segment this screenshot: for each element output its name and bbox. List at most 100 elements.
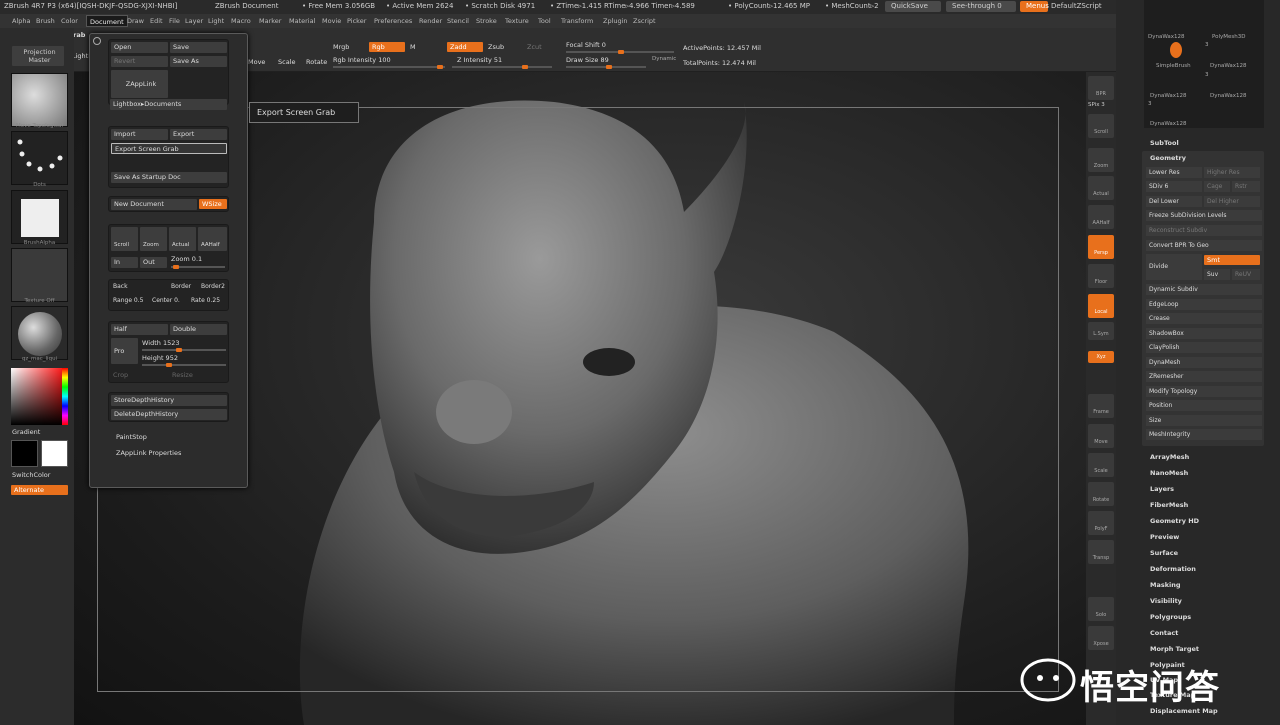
sub-item-nanomesh[interactable]: NanoMesh	[1150, 469, 1188, 477]
scale-view-button[interactable]: Scale	[1088, 453, 1114, 477]
sub-item-visibility[interactable]: Visibility	[1150, 597, 1182, 605]
hue-strip[interactable]	[62, 368, 68, 425]
menu-macro[interactable]: Macro	[231, 17, 251, 25]
sub-item-deformation[interactable]: Deformation	[1150, 565, 1196, 573]
projection-master-button[interactable]: Projection Master	[12, 46, 64, 66]
default-zscript-button[interactable]: DefaultZScript	[1051, 2, 1102, 10]
range-slider[interactable]: Range 0.5	[113, 297, 143, 304]
menu-brush[interactable]: Brush	[36, 17, 55, 25]
z-intensity-slider[interactable]: Z Intensity 51	[457, 56, 502, 64]
open-button[interactable]: Open	[111, 42, 168, 53]
rgb-intensity-track[interactable]	[333, 65, 445, 69]
polyf-button[interactable]: PolyF	[1088, 511, 1114, 535]
smt-toggle[interactable]: Smt	[1204, 255, 1260, 265]
zoom-view-button[interactable]: Zoom	[1088, 148, 1114, 172]
focal-shift-slider[interactable]: Focal Shift 0	[566, 41, 606, 49]
draw-size-track[interactable]	[566, 65, 646, 69]
zcut-button[interactable]: Zcut	[527, 43, 542, 51]
zoom-track[interactable]	[171, 265, 225, 269]
menu-edit[interactable]: Edit	[150, 17, 163, 25]
import-button[interactable]: Import	[111, 129, 168, 140]
scroll-view-button[interactable]: Scroll	[1088, 114, 1114, 138]
menu-movie[interactable]: Movie	[322, 17, 341, 25]
width-track[interactable]	[142, 348, 226, 352]
transp-button[interactable]: Transp	[1088, 540, 1114, 564]
sub-item-masking[interactable]: Masking	[1150, 581, 1181, 589]
move-mode-button[interactable]: Move	[248, 58, 265, 66]
geo-item-claypolish[interactable]: ClayPolish	[1146, 342, 1262, 353]
tool-label[interactable]: DynaWax128	[1150, 121, 1187, 127]
tool-label[interactable]: DynaWax128	[1210, 63, 1247, 69]
refresh-icon[interactable]	[93, 37, 101, 45]
sub-item-preview[interactable]: Preview	[1150, 533, 1179, 541]
see-through-slider[interactable]: See-through 0	[946, 1, 1016, 12]
scroll-button[interactable]: Scroll	[111, 227, 138, 251]
stroke-thumbnail[interactable]	[11, 131, 68, 185]
tool-label[interactable]: PolyMesh3D	[1212, 34, 1245, 40]
cage-button[interactable]: Cage	[1204, 181, 1230, 192]
rotate-view-button[interactable]: Rotate	[1088, 482, 1114, 506]
wsize-button[interactable]: WSize	[199, 199, 227, 209]
geo-item-position[interactable]: Position	[1146, 400, 1262, 411]
border2-button[interactable]: Border2	[201, 283, 225, 290]
tool-label[interactable]: DynaWax128	[1148, 34, 1185, 40]
geo-item-modify-topology[interactable]: Modify Topology	[1146, 386, 1262, 397]
menu-light[interactable]: Light	[208, 17, 224, 25]
rgb-button[interactable]: Rgb	[369, 42, 405, 52]
zsub-button[interactable]: Zsub	[488, 43, 504, 51]
frame-button[interactable]: Frame	[1088, 394, 1114, 418]
material-thumbnail[interactable]	[11, 306, 68, 360]
height-slider[interactable]: Height 952	[142, 354, 178, 362]
sdiv-slider[interactable]: SDiv 6	[1146, 181, 1202, 192]
actual-button[interactable]: Actual	[169, 227, 196, 251]
menu-stroke[interactable]: Stroke	[476, 17, 497, 25]
scale-mode-button[interactable]: Scale	[278, 58, 296, 66]
zoom-slider[interactable]: Zoom 0.1	[171, 255, 202, 263]
sub-item-surface[interactable]: Surface	[1150, 549, 1178, 557]
rstr-button[interactable]: Rstr	[1232, 181, 1260, 192]
geo-item-meshintegrity[interactable]: MeshIntegrity	[1146, 429, 1262, 440]
save-as-button[interactable]: Save As	[170, 56, 227, 67]
geo-item-zremesher[interactable]: ZRemesher	[1146, 371, 1262, 382]
reconstruct-subdiv-button[interactable]: Reconstruct Subdiv	[1146, 225, 1262, 236]
menu-zplugin[interactable]: Zplugin	[603, 17, 628, 25]
xpose-button[interactable]: Xpose	[1088, 626, 1114, 650]
zoom-out-button[interactable]: Out	[140, 257, 167, 268]
geo-item-dynamic-subdiv[interactable]: Dynamic Subdiv	[1146, 284, 1262, 295]
double-button[interactable]: Double	[170, 324, 227, 335]
solo-button[interactable]: Solo	[1088, 597, 1114, 621]
actual-view-button[interactable]: Actual	[1088, 176, 1114, 200]
sub-item-layers[interactable]: Layers	[1150, 485, 1174, 493]
subtool-header[interactable]: SubTool	[1150, 139, 1179, 147]
zoom-button[interactable]: Zoom	[140, 227, 167, 251]
store-depth-history-button[interactable]: StoreDepthHistory	[111, 395, 227, 406]
zapplink-properties-menu-item[interactable]: ZAppLink Properties	[116, 449, 181, 457]
color-picker[interactable]	[11, 368, 68, 425]
geo-item-dynamesh[interactable]: DynaMesh	[1146, 357, 1262, 368]
zadd-button[interactable]: Zadd	[447, 42, 483, 52]
xyz-button[interactable]: Xyz	[1088, 351, 1114, 363]
quicksave-button[interactable]: QuickSave	[885, 1, 941, 12]
width-slider[interactable]: Width 1523	[142, 339, 180, 347]
menu-texture[interactable]: Texture	[505, 17, 529, 25]
menu-tool[interactable]: Tool	[538, 17, 551, 25]
sub-item-contact[interactable]: Contact	[1150, 629, 1178, 637]
delete-depth-history-button[interactable]: DeleteDepthHistory	[111, 409, 227, 420]
menu-picker[interactable]: Picker	[347, 17, 366, 25]
freeze-subdivision-button[interactable]: Freeze SubDivision Levels	[1146, 210, 1262, 221]
texture-thumbnail[interactable]	[11, 248, 68, 302]
switch-color-button[interactable]: SwitchColor	[12, 471, 50, 479]
del-higher-button[interactable]: Del Higher	[1204, 196, 1260, 207]
m-button[interactable]: M	[410, 43, 416, 51]
tool-label[interactable]: DynaWax128	[1150, 93, 1187, 99]
save-as-startup-doc-button[interactable]: Save As Startup Doc	[111, 172, 227, 183]
menu-preferences[interactable]: Preferences	[374, 17, 412, 25]
del-lower-button[interactable]: Del Lower	[1146, 196, 1202, 207]
menu-draw[interactable]: Draw	[127, 17, 144, 25]
reuv-button[interactable]: ReUV	[1232, 269, 1260, 280]
menu-zscript[interactable]: Zscript	[633, 17, 656, 25]
alternate-button[interactable]: Alternate	[11, 485, 68, 495]
z-intensity-track[interactable]	[452, 65, 552, 69]
dynamic-button[interactable]: Dynamic	[652, 56, 676, 62]
sub-item-geometry-hd[interactable]: Geometry HD	[1150, 517, 1199, 525]
